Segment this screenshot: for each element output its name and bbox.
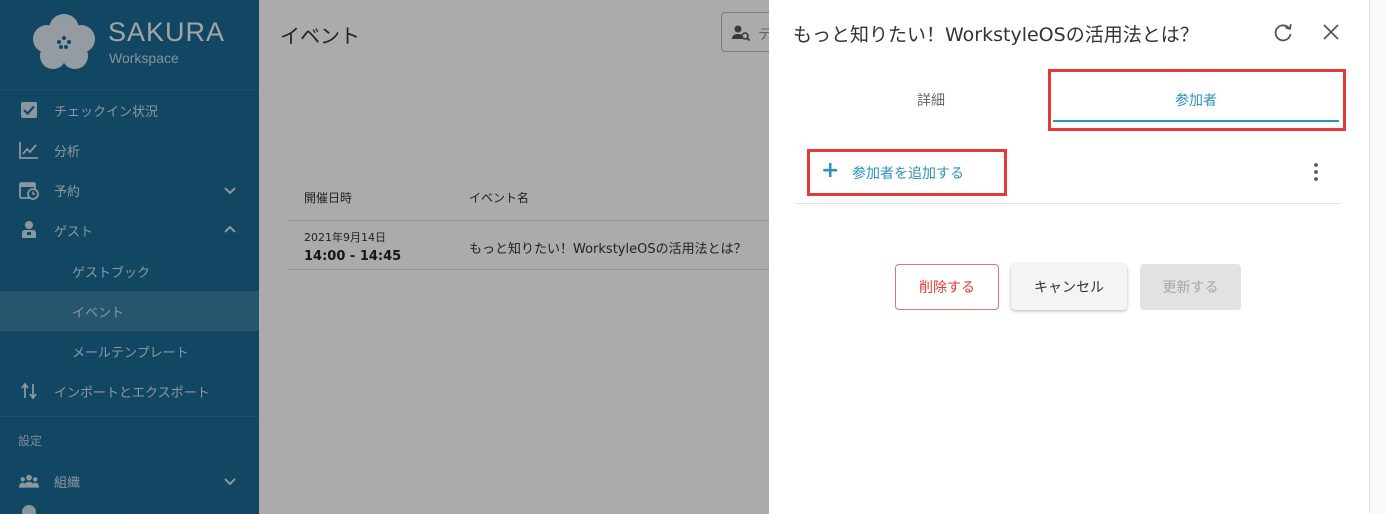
plus-icon: + bbox=[821, 158, 840, 183]
sidebar-item-analytics[interactable]: 分析 bbox=[0, 130, 259, 170]
sidebar-item-label: 予約 bbox=[54, 184, 81, 200]
sidebar-item-label: ゲスト bbox=[54, 224, 94, 240]
sakura-logo-icon bbox=[33, 14, 95, 69]
chevron-up-icon bbox=[224, 225, 236, 233]
sidebar-item-label: 分析 bbox=[54, 144, 81, 160]
column-header-datetime[interactable]: 開催日時 bbox=[304, 189, 352, 206]
sidebar-subitem-label: メールテンプレート bbox=[72, 345, 189, 361]
sidebar-subitem-mail-templates[interactable]: メールテンプレート bbox=[0, 331, 259, 371]
main-content: イベント テ 開催日時 イベント名 2021年9月14日 14:00 - 14:… bbox=[259, 0, 801, 514]
sidebar-item-label: 組織 bbox=[54, 475, 81, 491]
delete-button[interactable]: 削除する bbox=[895, 264, 999, 310]
sidebar-subitem-guestbook[interactable]: ゲストブック bbox=[0, 251, 259, 291]
sidebar-divider bbox=[0, 416, 259, 417]
sidebar-item-guests[interactable]: ゲスト bbox=[0, 210, 259, 250]
people-icon bbox=[19, 471, 39, 491]
import-export-icon bbox=[19, 381, 39, 401]
more-vert-icon[interactable] bbox=[1307, 160, 1325, 184]
table-header-divider bbox=[288, 220, 769, 221]
event-date: 2021年9月14日 bbox=[304, 231, 386, 244]
brand: SAKURA Workspace bbox=[0, 0, 259, 90]
checkbox-icon bbox=[19, 100, 39, 120]
drawer-title: もっと知りたい！WorkstyleOSの活用法とは？ bbox=[793, 24, 1199, 46]
sidebar-subitem-events[interactable]: イベント bbox=[0, 291, 259, 331]
person-search-icon bbox=[732, 25, 750, 42]
sidebar-subitem-label: ゲストブック bbox=[72, 265, 151, 281]
event-time: 14:00 - 14:45 bbox=[304, 249, 402, 264]
chart-line-icon bbox=[19, 140, 39, 160]
sidebar-item-label: インポートとエクスポート bbox=[54, 385, 210, 401]
update-button: 更新する bbox=[1140, 264, 1241, 310]
add-participant-button[interactable]: + 参加者を追加する bbox=[809, 152, 1005, 192]
tab-details[interactable]: 詳細 bbox=[797, 74, 1065, 126]
column-header-event-name[interactable]: イベント名 bbox=[469, 189, 529, 206]
calendar-clock-icon bbox=[19, 180, 39, 200]
close-icon[interactable] bbox=[1321, 22, 1341, 42]
active-tab-indicator bbox=[1053, 120, 1339, 122]
add-participant-label: 参加者を追加する bbox=[852, 166, 964, 182]
sidebar-subitem-label: イベント bbox=[72, 305, 125, 321]
chevron-down-icon bbox=[224, 187, 236, 195]
event-name: もっと知りたい！WorkstyleOSの活用法とは？ bbox=[469, 242, 747, 257]
brand-subtitle: Workspace bbox=[109, 50, 179, 66]
chevron-down-icon bbox=[224, 478, 236, 486]
event-detail-drawer: もっと知りたい！WorkstyleOSの活用法とは？ 詳細 参加者 + 参加者を… bbox=[769, 0, 1369, 514]
sidebar-item-import-export[interactable]: インポートとエクスポート bbox=[0, 371, 259, 411]
sidebar-item-organization[interactable]: 組織 bbox=[0, 461, 259, 501]
sidebar-partial-icon bbox=[22, 505, 36, 514]
page-title: イベント bbox=[280, 24, 360, 48]
sidebar-item-reservations[interactable]: 予約 bbox=[0, 170, 259, 210]
settings-section-label: 設定 bbox=[18, 434, 43, 448]
tab-participants[interactable]: 参加者 bbox=[1053, 74, 1339, 126]
refresh-icon[interactable] bbox=[1272, 21, 1294, 43]
table-row-divider bbox=[288, 269, 769, 270]
sidebar-item-checkin[interactable]: チェックイン状況 bbox=[0, 90, 259, 130]
scrollbar[interactable] bbox=[1369, 0, 1386, 514]
sidebar: SAKURA Workspace チェックイン状況 分析 予約 ゲスト ゲストブ… bbox=[0, 0, 259, 514]
guest-icon bbox=[19, 220, 39, 240]
drawer-divider bbox=[796, 203, 1340, 204]
cancel-button[interactable]: キャンセル bbox=[1011, 264, 1127, 310]
brand-name: SAKURA bbox=[108, 17, 226, 47]
sidebar-item-label: チェックイン状況 bbox=[54, 104, 159, 120]
